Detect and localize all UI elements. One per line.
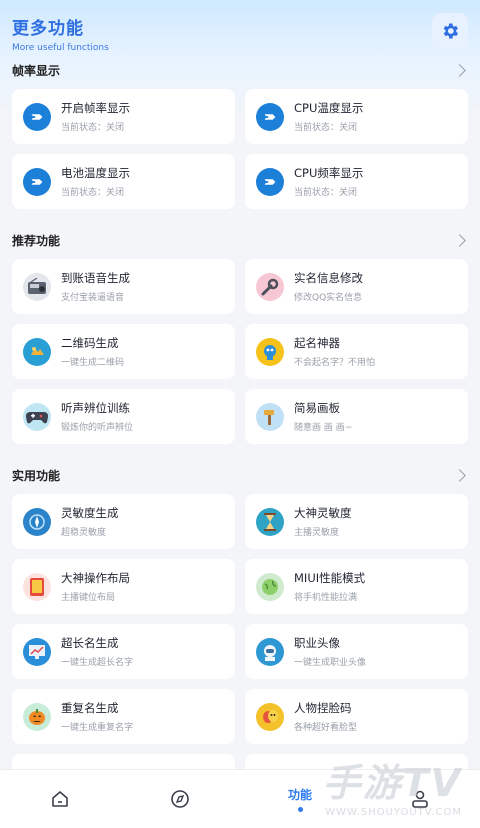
card-subtitle: 锻炼你的听声辨位 <box>61 423 134 433</box>
radio-icon <box>23 272 51 301</box>
card-miui[interactable]: MIUI性能模式将手机性能拉满 <box>245 559 468 614</box>
globe-icon <box>256 572 284 601</box>
card-sensitivity[interactable]: 灵敏度生成超稳灵敏度 <box>12 494 235 549</box>
card-longname[interactable]: 超长名生成一键生成超长名字 <box>12 624 235 679</box>
monitor-chart-icon <box>23 637 51 666</box>
card-layout[interactable]: 大神操作布局主播键位布局 <box>12 559 235 614</box>
card-title: CPU频率显示 <box>294 166 364 180</box>
home-icon <box>52 791 68 807</box>
card-drawing[interactable]: 简易画板随意画 画 画~ <box>245 389 468 444</box>
tab-label: 功能 <box>287 788 312 802</box>
watermark-url: WWW.SHOUYOUTV.COM <box>325 807 462 818</box>
dashboard-icon <box>23 167 51 196</box>
card-subtitle: 当前状态：关闭 <box>294 123 358 133</box>
card-subtitle: 主播灵敏度 <box>294 528 340 538</box>
section-practical[interactable]: 实用功能 <box>12 465 468 485</box>
card-title: 起名神器 <box>294 336 340 350</box>
card-title: 二维码生成 <box>61 336 119 350</box>
card-fps-toggle[interactable]: 开启帧率显示当前状态：关闭 <box>12 89 235 144</box>
card-title: MIUI性能模式 <box>294 571 366 585</box>
chevron-right-icon <box>453 63 466 77</box>
card-subtitle: 随意画 画 画~ <box>294 423 353 433</box>
card-subtitle: 不会起名字？不用怕 <box>294 358 376 368</box>
card-battery-temp[interactable]: 电池温度显示当前状态：关闭 <box>12 154 235 209</box>
card-title: 职业头像 <box>294 636 340 650</box>
page-subtitle: More useful functions <box>12 43 109 53</box>
card-title: 灵敏度生成 <box>61 506 119 520</box>
card-title: 大神灵敏度 <box>294 506 352 520</box>
card-dupname[interactable]: 重复名生成一键生成重复名字 <box>12 689 235 744</box>
card-sound-train[interactable]: 听声辨位训练锻炼你的听声辨位 <box>12 389 235 444</box>
page-title: 更多功能 <box>12 19 84 39</box>
chevron-right-icon <box>453 233 466 247</box>
chevron-right-icon <box>453 468 466 482</box>
card-subtitle: 当前状态：关闭 <box>294 188 358 198</box>
card-subtitle: 主播键位布局 <box>61 593 116 603</box>
card-subtitle: 各种超好看脸型 <box>294 723 358 733</box>
card-master-sens[interactable]: 大神灵敏度主播灵敏度 <box>245 494 468 549</box>
dashboard-icon <box>256 167 284 196</box>
card-qrcode[interactable]: 二维码生成一键生成二维码 <box>12 324 235 379</box>
card-subtitle: 一键生成超长名字 <box>61 658 134 668</box>
card-title: 电池温度显示 <box>61 166 130 180</box>
card-title: 开启帧率显示 <box>61 101 130 115</box>
tab-home[interactable] <box>20 770 100 828</box>
card-subtitle: 一键生成二维码 <box>61 358 125 368</box>
card-title: 大神操作布局 <box>61 571 130 585</box>
dashboard-icon <box>256 102 284 131</box>
page-header: 更多功能 More useful functions <box>12 14 109 53</box>
astronaut-icon <box>256 637 284 666</box>
watermark-logo: 手游TV <box>322 761 462 805</box>
card-cpu-temp[interactable]: CPU温度显示当前状态：关闭 <box>245 89 468 144</box>
card-title: 人物捏脸码 <box>294 701 352 715</box>
section-title: 推荐功能 <box>12 233 61 248</box>
card-avatar[interactable]: 职业头像一键生成职业头像 <box>245 624 468 679</box>
card-subtitle: 将手机性能拉满 <box>294 593 358 603</box>
section-fps[interactable]: 帧率显示 <box>12 60 468 80</box>
masks-icon <box>256 702 284 731</box>
section-recommend[interactable]: 推荐功能 <box>12 230 468 250</box>
compass-icon <box>171 790 189 808</box>
card-subtitle: 超稳灵敏度 <box>61 528 107 538</box>
tablet-icon <box>23 572 51 601</box>
wrench-icon <box>256 272 284 301</box>
pumpkin-icon <box>23 702 51 731</box>
card-naming[interactable]: 起名神器不会起名字？不用怕 <box>245 324 468 379</box>
card-title: 超长名生成 <box>61 636 119 650</box>
card-title: 听声辨位训练 <box>61 401 130 415</box>
settings-button[interactable] <box>432 13 468 49</box>
card-voice-gen[interactable]: 到账语音生成支付宝装逼语音 <box>12 259 235 314</box>
compass-icon <box>23 507 51 536</box>
card-cpu-freq[interactable]: CPU频率显示当前状态：关闭 <box>245 154 468 209</box>
watermark: 手游TV WWW.SHOUYOUTV.COM <box>323 752 462 818</box>
active-indicator <box>297 807 303 812</box>
brain-head-icon <box>256 337 284 366</box>
card-subtitle: 一键生成职业头像 <box>294 658 367 668</box>
section-title: 实用功能 <box>12 468 61 483</box>
card-subtitle: 当前状态：关闭 <box>61 188 125 198</box>
qrcode-icon <box>23 337 51 366</box>
card-realname[interactable]: 实名信息修改修改QQ实名信息 <box>245 259 468 314</box>
card-subtitle: 修改QQ实名信息 <box>294 293 363 303</box>
card-title: 重复名生成 <box>61 701 119 715</box>
dashboard-icon <box>23 102 51 131</box>
section-title: 帧率显示 <box>12 63 61 78</box>
card-subtitle: 支付宝装逼语音 <box>61 293 125 303</box>
card-title: CPU温度显示 <box>294 101 364 115</box>
card-subtitle: 一键生成重复名字 <box>61 723 134 733</box>
gear-icon <box>443 23 458 39</box>
card-subtitle: 当前状态：关闭 <box>61 123 125 133</box>
card-facecode[interactable]: 人物捏脸码各种超好看脸型 <box>245 689 468 744</box>
card-title: 实名信息修改 <box>294 271 363 285</box>
card-title: 到账语音生成 <box>61 271 130 285</box>
hourglass-icon <box>256 507 284 536</box>
tab-discover[interactable] <box>140 770 220 828</box>
card-title: 简易画板 <box>294 401 340 415</box>
hammer-icon <box>256 402 284 431</box>
gamepad-icon <box>23 402 51 431</box>
